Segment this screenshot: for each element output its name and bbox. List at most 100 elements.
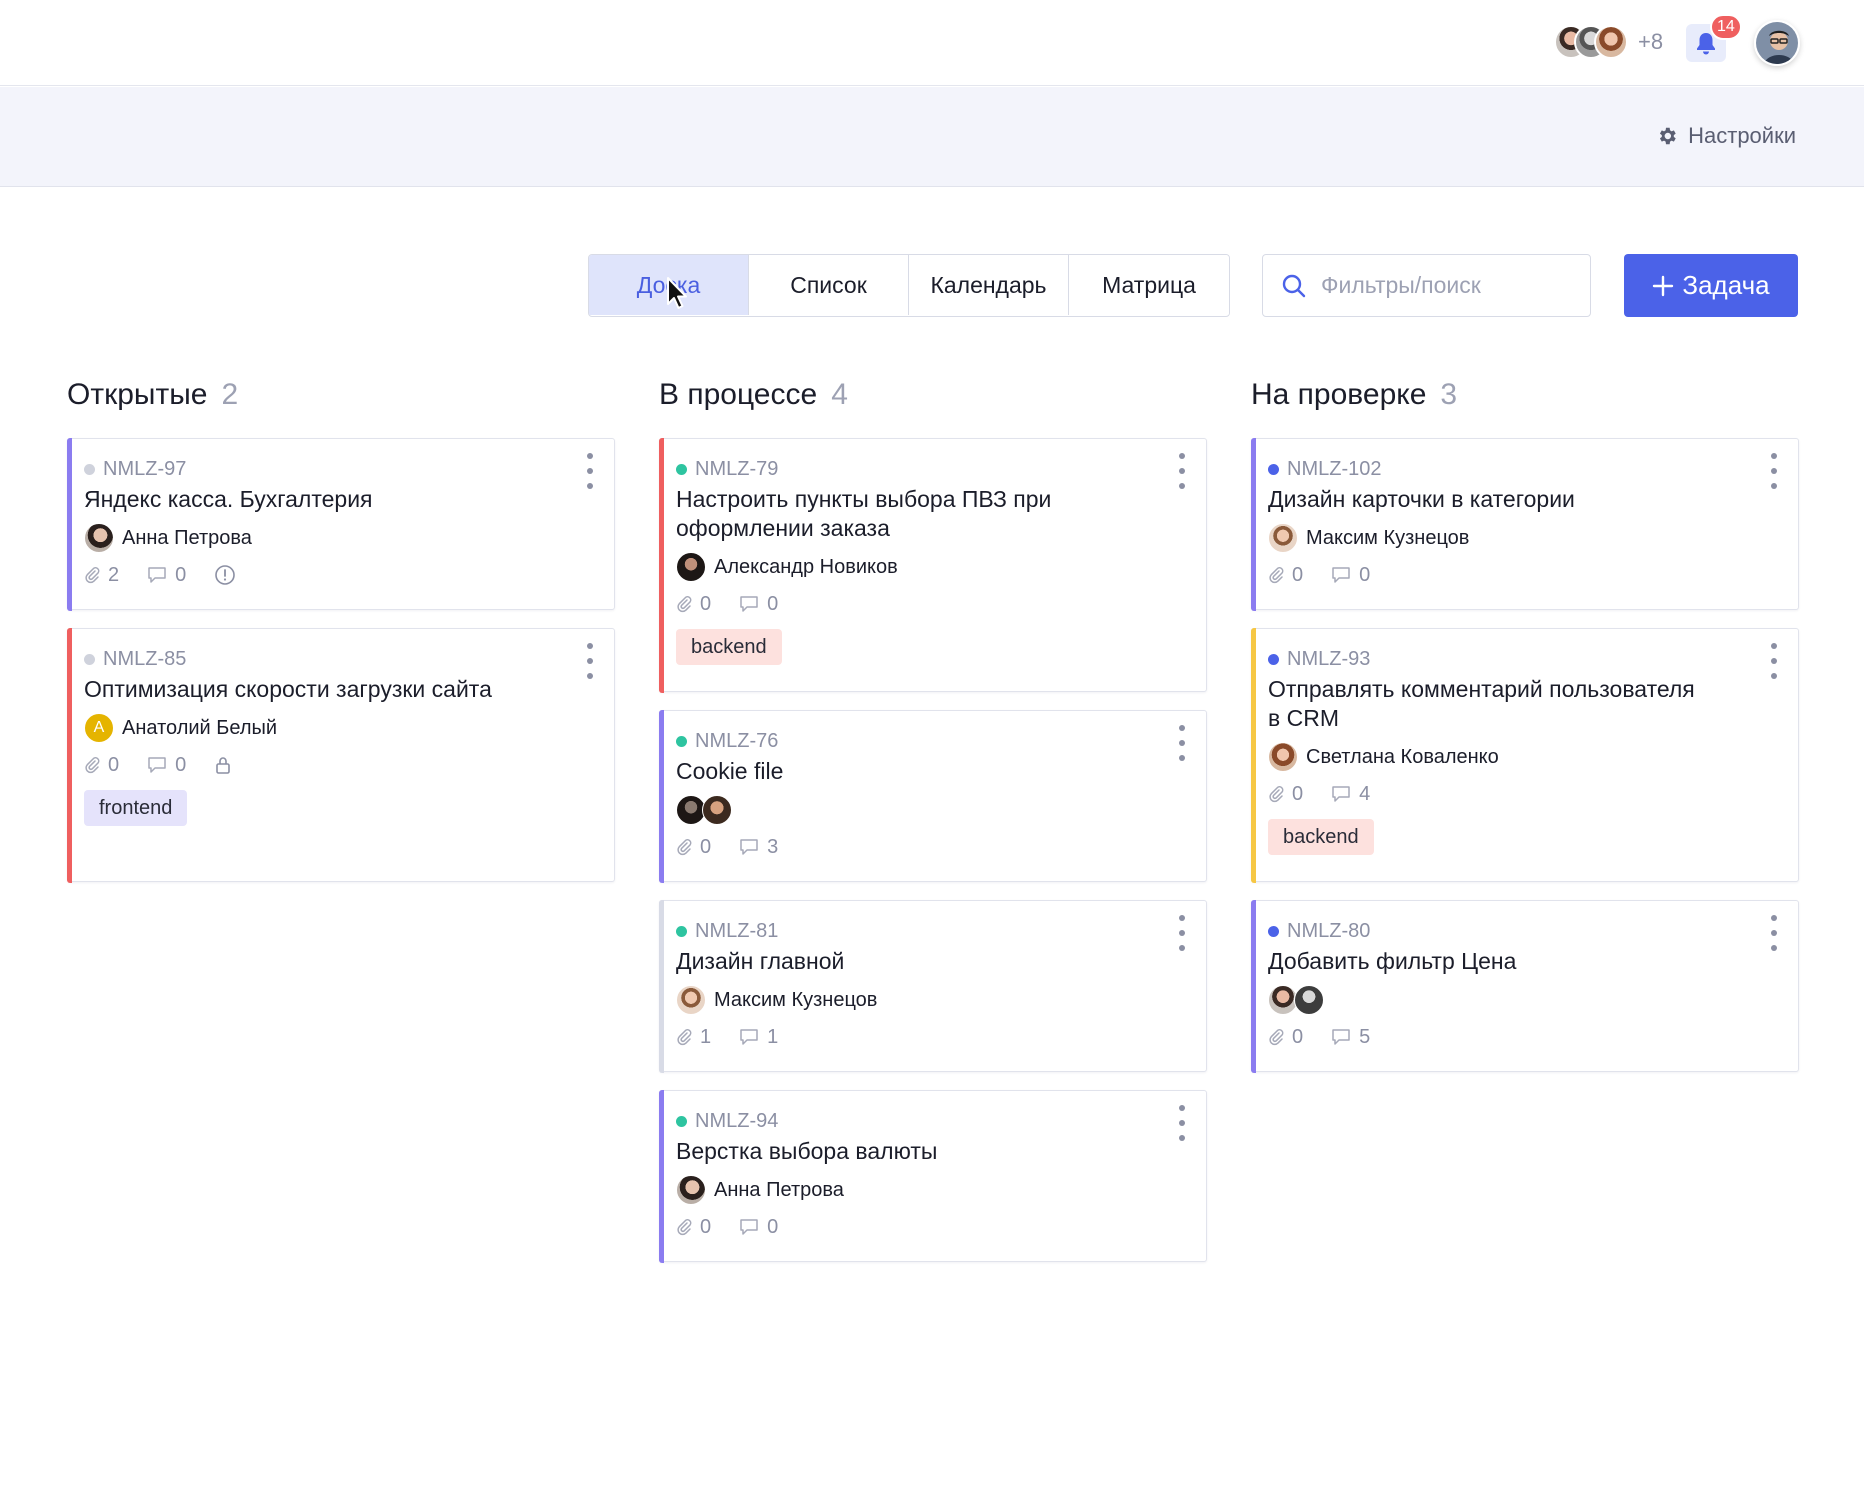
card-menu-button[interactable] [1176, 453, 1188, 489]
comment-icon [740, 839, 758, 855]
paperclip-icon [1269, 567, 1284, 584]
task-code: NMLZ-76 [695, 729, 779, 752]
comments-count: 0 [767, 592, 779, 615]
comment-icon [148, 757, 166, 773]
team-avatars[interactable]: +8 [1554, 24, 1663, 60]
task-title: Настроить пункты выбора ПВЗ при оформлен… [676, 486, 1052, 541]
task-card[interactable]: NMLZ-102 Дизайн карточки в категории Мак… [1250, 437, 1799, 611]
card-menu-button[interactable] [1176, 1105, 1188, 1141]
attachments-count: 0 [700, 1215, 712, 1238]
comment-icon [1332, 567, 1350, 583]
comment-icon [148, 567, 166, 583]
comments-count: 5 [1359, 1025, 1371, 1048]
task-code: NMLZ-85 [103, 647, 187, 670]
task-title: Добавить фильтр Цена [1268, 948, 1517, 974]
task-card[interactable]: NMLZ-85 Оптимизация скорости загрузки са… [66, 627, 615, 883]
status-dot [676, 463, 687, 475]
comments-count: 0 [1359, 563, 1371, 586]
assignee-avatar [676, 985, 706, 1015]
card-menu-button[interactable] [584, 643, 596, 679]
tag-label: frontend [84, 790, 188, 826]
lock-icon [216, 757, 231, 774]
assignee-avatar [84, 523, 114, 553]
column-count: 4 [831, 378, 848, 411]
comment-icon [740, 1219, 758, 1235]
attachments-count: 0 [700, 592, 712, 615]
card-menu-button[interactable] [1768, 643, 1780, 679]
assignee-name: Анна Петрова [122, 526, 252, 549]
notifications-badge: 14 [1710, 14, 1742, 40]
task-card[interactable]: NMLZ-94 Верстка выбора валюты Анна Петро… [658, 1089, 1207, 1263]
card-menu-button[interactable] [1176, 725, 1188, 761]
status-dot [676, 925, 687, 937]
comment-icon [1332, 786, 1350, 802]
card-menu-button[interactable] [1176, 915, 1188, 951]
card-menu-button[interactable] [1768, 915, 1780, 951]
status-dot [1268, 925, 1279, 937]
card-menu-button[interactable] [1768, 453, 1780, 489]
settings-link[interactable]: Настройки [1656, 123, 1796, 149]
task-code: NMLZ-102 [1287, 457, 1382, 480]
task-title: Яндекс касса. Бухгалтерия [84, 486, 373, 512]
column-count: 3 [1440, 378, 1458, 411]
column-title: На проверке 3 [1251, 378, 1458, 411]
task-code: NMLZ-79 [695, 457, 779, 480]
task-title: Дизайн карточки в категории [1268, 486, 1575, 512]
task-card[interactable]: NMLZ-80 Добавить фильтр Цена 0 5 [1250, 899, 1799, 1073]
assignee-avatars [676, 794, 1186, 826]
task-card[interactable]: NMLZ-76 Cookie file 0 3 [658, 709, 1207, 883]
current-user-avatar[interactable] [1754, 20, 1800, 66]
assignee-avatar [1268, 742, 1298, 772]
assignee-name: Светлана Коваленко [1306, 745, 1499, 768]
task-title: Cookie file [676, 758, 784, 784]
task-code: NMLZ-94 [695, 1109, 779, 1132]
attachments-count: 0 [1292, 563, 1304, 586]
comment-icon [740, 1029, 758, 1045]
alert-icon [215, 565, 236, 585]
add-task-button[interactable]: Задача [1624, 254, 1798, 317]
task-card[interactable]: NMLZ-93 Отправлять комментарий пользоват… [1250, 627, 1799, 883]
column-count: 2 [221, 378, 239, 411]
sub-header: Настройки [0, 87, 1864, 187]
assignee-avatar: А [84, 713, 114, 743]
search-input[interactable] [1321, 272, 1561, 299]
add-task-label: Задача [1682, 270, 1770, 300]
tab-list[interactable]: Список [749, 255, 909, 315]
task-card[interactable]: NMLZ-97 Яндекс касса. Бухгалтерия Анна П… [66, 437, 615, 611]
comments-count: 0 [175, 753, 187, 776]
attachments-count: 2 [108, 563, 120, 586]
tab-calendar[interactable]: Календарь [909, 255, 1069, 315]
task-code: NMLZ-97 [103, 457, 187, 480]
assignee-avatar [676, 552, 706, 582]
paperclip-icon [1269, 1029, 1284, 1046]
assignee-name: Анатолий Белый [122, 716, 278, 739]
assignee-name: Александр Новиков [714, 555, 898, 578]
paperclip-icon [85, 757, 100, 774]
card-menu-button[interactable] [584, 453, 596, 489]
attachments-count: 0 [700, 835, 712, 858]
tab-matrix[interactable]: Матрица [1069, 255, 1229, 315]
status-dot [676, 735, 687, 747]
top-bar: +8 14 [0, 0, 1864, 86]
search-field[interactable] [1262, 254, 1591, 317]
tag-label: backend [676, 629, 782, 665]
task-title: Дизайн главной [676, 948, 845, 974]
paperclip-icon [1269, 786, 1284, 803]
extra-members-count[interactable]: +8 [1638, 29, 1663, 55]
attachments-count: 0 [1292, 1025, 1304, 1048]
paperclip-icon [677, 1219, 692, 1236]
comments-count: 1 [767, 1025, 779, 1048]
comments-count: 3 [767, 835, 779, 858]
comments-count: 0 [767, 1215, 779, 1238]
column-in-progress: В процессе 4 NMLZ-79 Настроить пункты вы… [658, 370, 1207, 1263]
task-card[interactable]: NMLZ-79 Настроить пункты выбора ПВЗ при … [658, 437, 1207, 693]
task-title: Оптимизация скорости загрузки сайта [84, 676, 492, 702]
assignee-avatar [1294, 985, 1324, 1015]
search-icon [1282, 274, 1306, 297]
assignee-name: Максим Кузнецов [714, 988, 878, 1011]
column-title: В процессе 4 [659, 378, 848, 411]
avatar[interactable] [1594, 25, 1628, 59]
status-dot [84, 653, 95, 665]
task-card[interactable]: NMLZ-81 Дизайн главной Максим Кузнецов 1… [658, 899, 1207, 1073]
paperclip-icon [677, 596, 692, 613]
